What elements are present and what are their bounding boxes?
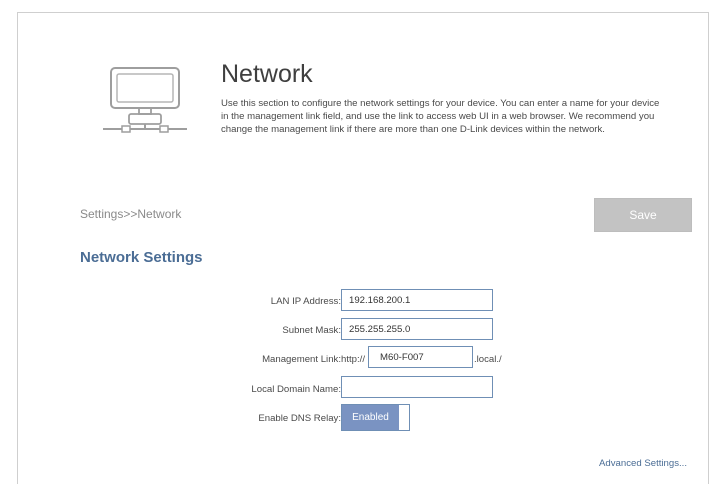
advanced-settings-link[interactable]: Advanced Settings... xyxy=(599,458,687,469)
lan-ip-label: LAN IP Address: xyxy=(270,296,341,307)
management-link-suffix: .local./ xyxy=(474,354,502,365)
page-title: Network xyxy=(221,60,313,88)
lan-ip-input[interactable] xyxy=(341,289,493,311)
management-link-label: Management Link: xyxy=(262,354,341,365)
subnet-mask-label: Subnet Mask: xyxy=(282,325,341,336)
network-computer-icon xyxy=(100,66,190,142)
management-link-input[interactable] xyxy=(368,346,473,368)
breadcrumb: Settings>>Network xyxy=(80,207,182,221)
save-button[interactable]: Save xyxy=(594,198,692,232)
local-domain-input[interactable] xyxy=(341,376,493,398)
toggle-knob[interactable] xyxy=(399,405,409,430)
page-description: Use this section to configure the networ… xyxy=(221,98,660,135)
dns-relay-toggle[interactable]: Enabled xyxy=(341,404,410,431)
section-title: Network Settings xyxy=(80,249,203,266)
dns-relay-state: Enabled xyxy=(342,405,399,430)
local-domain-label: Local Domain Name: xyxy=(251,384,341,395)
dns-relay-label: Enable DNS Relay: xyxy=(258,413,341,424)
subnet-mask-input[interactable] xyxy=(341,318,493,340)
management-link-prefix: http:// xyxy=(341,354,365,365)
